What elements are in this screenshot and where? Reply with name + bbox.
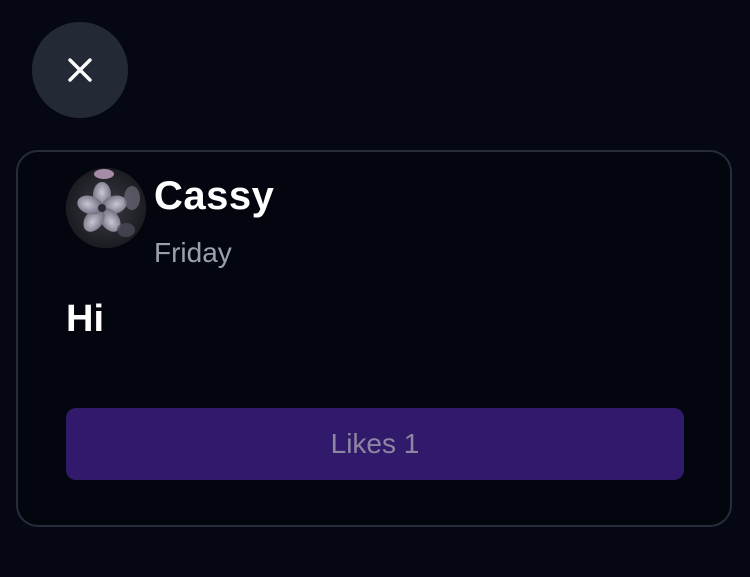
close-button[interactable] [32, 22, 128, 118]
post-detail-view: Cassy Friday Hi Likes 1 [0, 0, 750, 577]
post-card: Cassy Friday Hi Likes 1 [16, 150, 732, 527]
likes-label: Likes 1 [330, 428, 420, 459]
avatar[interactable] [66, 168, 146, 248]
post-text: Hi [66, 298, 104, 340]
likes-button[interactable]: Likes 1 [66, 408, 684, 480]
author-name[interactable]: Cassy [154, 172, 274, 220]
post-date: Friday [154, 237, 232, 268]
close-icon [67, 57, 93, 83]
